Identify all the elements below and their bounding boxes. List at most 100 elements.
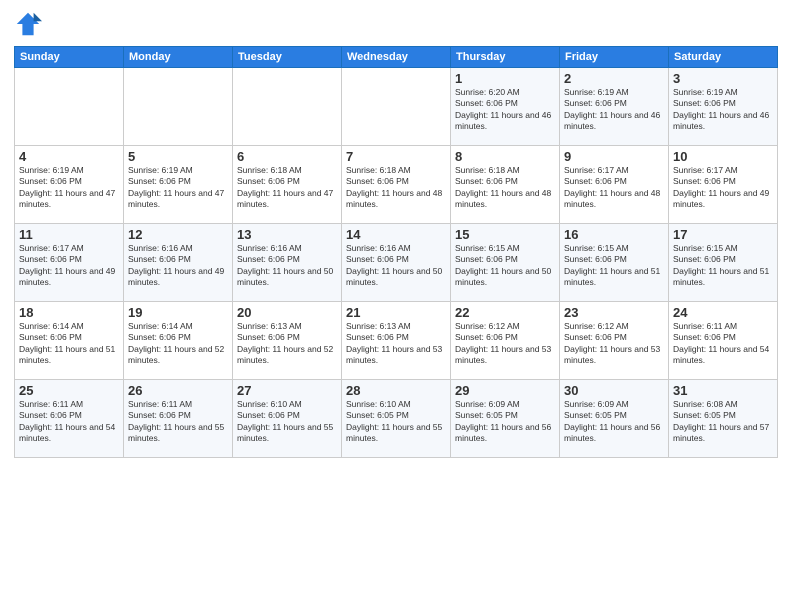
calendar-cell: 21Sunrise: 6:13 AM Sunset: 6:06 PM Dayli… — [342, 302, 451, 380]
day-info: Sunrise: 6:17 AM Sunset: 6:06 PM Dayligh… — [564, 165, 664, 211]
weekday-header-wednesday: Wednesday — [342, 47, 451, 68]
day-number: 8 — [455, 149, 555, 164]
calendar-week-4: 18Sunrise: 6:14 AM Sunset: 6:06 PM Dayli… — [15, 302, 778, 380]
day-info: Sunrise: 6:20 AM Sunset: 6:06 PM Dayligh… — [455, 87, 555, 133]
calendar-cell — [233, 68, 342, 146]
day-info: Sunrise: 6:11 AM Sunset: 6:06 PM Dayligh… — [128, 399, 228, 445]
weekday-header-saturday: Saturday — [669, 47, 778, 68]
day-number: 4 — [19, 149, 119, 164]
day-info: Sunrise: 6:15 AM Sunset: 6:06 PM Dayligh… — [455, 243, 555, 289]
calendar-cell: 16Sunrise: 6:15 AM Sunset: 6:06 PM Dayli… — [560, 224, 669, 302]
calendar-cell: 15Sunrise: 6:15 AM Sunset: 6:06 PM Dayli… — [451, 224, 560, 302]
calendar-cell: 1Sunrise: 6:20 AM Sunset: 6:06 PM Daylig… — [451, 68, 560, 146]
day-info: Sunrise: 6:12 AM Sunset: 6:06 PM Dayligh… — [564, 321, 664, 367]
day-number: 3 — [673, 71, 773, 86]
day-number: 21 — [346, 305, 446, 320]
calendar-cell: 19Sunrise: 6:14 AM Sunset: 6:06 PM Dayli… — [124, 302, 233, 380]
calendar-cell: 30Sunrise: 6:09 AM Sunset: 6:05 PM Dayli… — [560, 380, 669, 458]
calendar-cell: 20Sunrise: 6:13 AM Sunset: 6:06 PM Dayli… — [233, 302, 342, 380]
day-info: Sunrise: 6:16 AM Sunset: 6:06 PM Dayligh… — [346, 243, 446, 289]
day-number: 23 — [564, 305, 664, 320]
day-number: 13 — [237, 227, 337, 242]
calendar-cell: 27Sunrise: 6:10 AM Sunset: 6:06 PM Dayli… — [233, 380, 342, 458]
day-number: 30 — [564, 383, 664, 398]
day-number: 22 — [455, 305, 555, 320]
day-number: 24 — [673, 305, 773, 320]
day-number: 9 — [564, 149, 664, 164]
day-info: Sunrise: 6:18 AM Sunset: 6:06 PM Dayligh… — [455, 165, 555, 211]
calendar-cell: 28Sunrise: 6:10 AM Sunset: 6:05 PM Dayli… — [342, 380, 451, 458]
day-info: Sunrise: 6:18 AM Sunset: 6:06 PM Dayligh… — [346, 165, 446, 211]
day-number: 29 — [455, 383, 555, 398]
day-info: Sunrise: 6:19 AM Sunset: 6:06 PM Dayligh… — [19, 165, 119, 211]
day-info: Sunrise: 6:13 AM Sunset: 6:06 PM Dayligh… — [237, 321, 337, 367]
calendar-cell — [15, 68, 124, 146]
calendar-cell — [124, 68, 233, 146]
day-info: Sunrise: 6:09 AM Sunset: 6:05 PM Dayligh… — [455, 399, 555, 445]
day-info: Sunrise: 6:09 AM Sunset: 6:05 PM Dayligh… — [564, 399, 664, 445]
day-info: Sunrise: 6:13 AM Sunset: 6:06 PM Dayligh… — [346, 321, 446, 367]
day-info: Sunrise: 6:15 AM Sunset: 6:06 PM Dayligh… — [564, 243, 664, 289]
day-info: Sunrise: 6:12 AM Sunset: 6:06 PM Dayligh… — [455, 321, 555, 367]
day-info: Sunrise: 6:18 AM Sunset: 6:06 PM Dayligh… — [237, 165, 337, 211]
calendar-cell: 6Sunrise: 6:18 AM Sunset: 6:06 PM Daylig… — [233, 146, 342, 224]
day-info: Sunrise: 6:16 AM Sunset: 6:06 PM Dayligh… — [237, 243, 337, 289]
day-number: 11 — [19, 227, 119, 242]
weekday-header-monday: Monday — [124, 47, 233, 68]
day-number: 1 — [455, 71, 555, 86]
calendar-table: SundayMondayTuesdayWednesdayThursdayFrid… — [14, 46, 778, 458]
calendar-cell: 22Sunrise: 6:12 AM Sunset: 6:06 PM Dayli… — [451, 302, 560, 380]
weekday-header-sunday: Sunday — [15, 47, 124, 68]
calendar-cell: 12Sunrise: 6:16 AM Sunset: 6:06 PM Dayli… — [124, 224, 233, 302]
calendar-week-2: 4Sunrise: 6:19 AM Sunset: 6:06 PM Daylig… — [15, 146, 778, 224]
calendar-cell: 10Sunrise: 6:17 AM Sunset: 6:06 PM Dayli… — [669, 146, 778, 224]
day-info: Sunrise: 6:19 AM Sunset: 6:06 PM Dayligh… — [128, 165, 228, 211]
page-header — [14, 10, 778, 38]
calendar-cell: 17Sunrise: 6:15 AM Sunset: 6:06 PM Dayli… — [669, 224, 778, 302]
day-number: 14 — [346, 227, 446, 242]
calendar-week-5: 25Sunrise: 6:11 AM Sunset: 6:06 PM Dayli… — [15, 380, 778, 458]
day-number: 2 — [564, 71, 664, 86]
day-info: Sunrise: 6:10 AM Sunset: 6:05 PM Dayligh… — [346, 399, 446, 445]
day-info: Sunrise: 6:14 AM Sunset: 6:06 PM Dayligh… — [128, 321, 228, 367]
day-info: Sunrise: 6:08 AM Sunset: 6:05 PM Dayligh… — [673, 399, 773, 445]
calendar-cell: 13Sunrise: 6:16 AM Sunset: 6:06 PM Dayli… — [233, 224, 342, 302]
day-info: Sunrise: 6:17 AM Sunset: 6:06 PM Dayligh… — [19, 243, 119, 289]
day-info: Sunrise: 6:19 AM Sunset: 6:06 PM Dayligh… — [564, 87, 664, 133]
day-info: Sunrise: 6:14 AM Sunset: 6:06 PM Dayligh… — [19, 321, 119, 367]
day-info: Sunrise: 6:15 AM Sunset: 6:06 PM Dayligh… — [673, 243, 773, 289]
page-container: SundayMondayTuesdayWednesdayThursdayFrid… — [0, 0, 792, 466]
day-number: 10 — [673, 149, 773, 164]
day-info: Sunrise: 6:11 AM Sunset: 6:06 PM Dayligh… — [19, 399, 119, 445]
weekday-row: SundayMondayTuesdayWednesdayThursdayFrid… — [15, 47, 778, 68]
calendar-header: SundayMondayTuesdayWednesdayThursdayFrid… — [15, 47, 778, 68]
calendar-cell: 3Sunrise: 6:19 AM Sunset: 6:06 PM Daylig… — [669, 68, 778, 146]
calendar-body: 1Sunrise: 6:20 AM Sunset: 6:06 PM Daylig… — [15, 68, 778, 458]
weekday-header-thursday: Thursday — [451, 47, 560, 68]
day-info: Sunrise: 6:10 AM Sunset: 6:06 PM Dayligh… — [237, 399, 337, 445]
calendar-cell: 8Sunrise: 6:18 AM Sunset: 6:06 PM Daylig… — [451, 146, 560, 224]
calendar-cell: 7Sunrise: 6:18 AM Sunset: 6:06 PM Daylig… — [342, 146, 451, 224]
calendar-cell: 18Sunrise: 6:14 AM Sunset: 6:06 PM Dayli… — [15, 302, 124, 380]
calendar-cell: 25Sunrise: 6:11 AM Sunset: 6:06 PM Dayli… — [15, 380, 124, 458]
calendar-week-1: 1Sunrise: 6:20 AM Sunset: 6:06 PM Daylig… — [15, 68, 778, 146]
weekday-header-friday: Friday — [560, 47, 669, 68]
day-number: 20 — [237, 305, 337, 320]
calendar-cell: 29Sunrise: 6:09 AM Sunset: 6:05 PM Dayli… — [451, 380, 560, 458]
day-number: 18 — [19, 305, 119, 320]
calendar-cell: 2Sunrise: 6:19 AM Sunset: 6:06 PM Daylig… — [560, 68, 669, 146]
day-number: 5 — [128, 149, 228, 164]
calendar-cell: 9Sunrise: 6:17 AM Sunset: 6:06 PM Daylig… — [560, 146, 669, 224]
calendar-cell — [342, 68, 451, 146]
day-number: 26 — [128, 383, 228, 398]
day-number: 31 — [673, 383, 773, 398]
calendar-cell: 14Sunrise: 6:16 AM Sunset: 6:06 PM Dayli… — [342, 224, 451, 302]
day-number: 28 — [346, 383, 446, 398]
day-info: Sunrise: 6:16 AM Sunset: 6:06 PM Dayligh… — [128, 243, 228, 289]
calendar-cell: 31Sunrise: 6:08 AM Sunset: 6:05 PM Dayli… — [669, 380, 778, 458]
day-number: 17 — [673, 227, 773, 242]
day-number: 12 — [128, 227, 228, 242]
logo — [14, 10, 46, 38]
calendar-cell: 23Sunrise: 6:12 AM Sunset: 6:06 PM Dayli… — [560, 302, 669, 380]
calendar-cell: 24Sunrise: 6:11 AM Sunset: 6:06 PM Dayli… — [669, 302, 778, 380]
